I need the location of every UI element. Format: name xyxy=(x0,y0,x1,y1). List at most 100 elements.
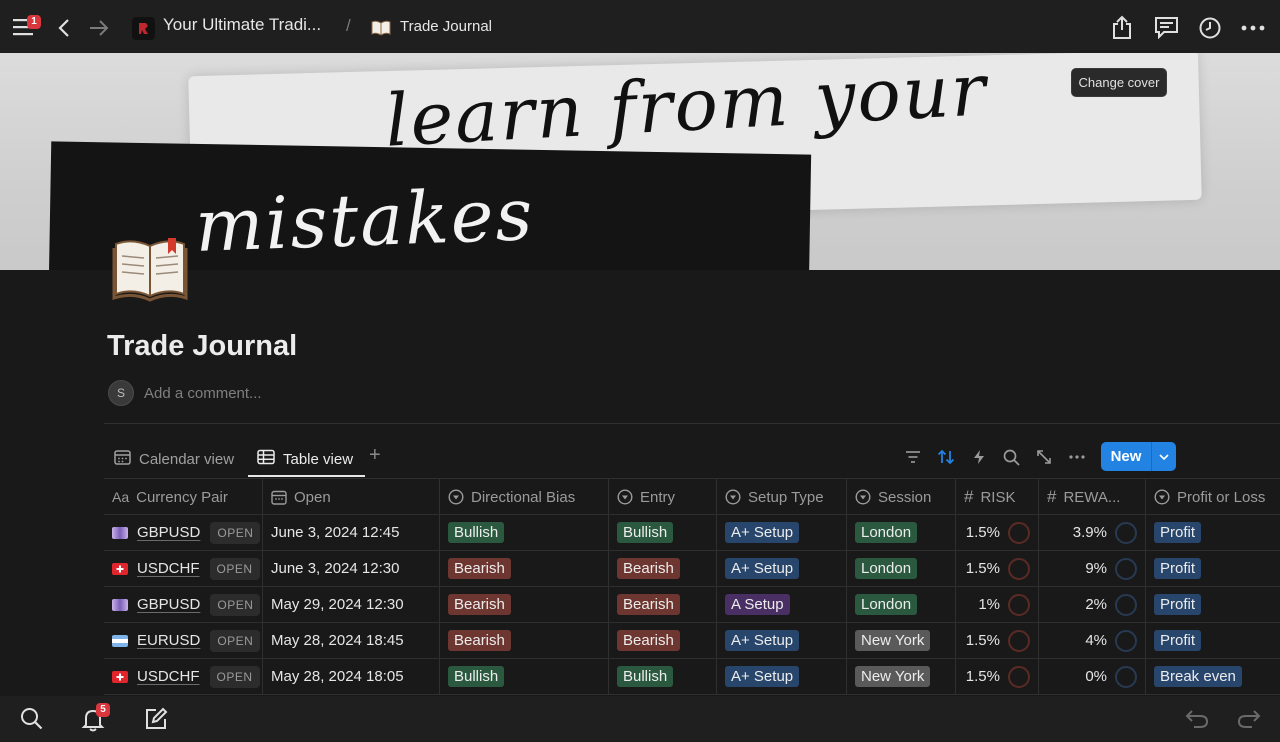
cover-text-line2: mistakes xyxy=(193,172,536,268)
table-row[interactable]: USDCHF OPEN June 3, 2024 12:30 Bearish B… xyxy=(104,551,1280,587)
breadcrumb-workspace[interactable]: Your Ultimate Tradi... xyxy=(163,15,321,35)
cell-open-date[interactable]: June 3, 2024 12:30 xyxy=(263,551,440,586)
cell-setup[interactable]: A+ Setup xyxy=(717,515,847,550)
cell-entry[interactable]: Bullish xyxy=(609,515,717,550)
col-setup-type[interactable]: Setup Type xyxy=(717,479,847,515)
col-profit-or-loss[interactable]: Profit or Loss xyxy=(1146,479,1280,515)
cell-setup[interactable]: A+ Setup xyxy=(717,659,847,694)
history-icon[interactable] xyxy=(1198,16,1222,40)
open-row-button[interactable]: OPEN xyxy=(210,593,261,616)
page-title[interactable]: Trade Journal xyxy=(107,330,297,363)
cell-open-date[interactable]: May 28, 2024 18:45 xyxy=(263,623,440,658)
new-button[interactable]: New xyxy=(1101,442,1176,471)
breadcrumb-page[interactable]: Trade Journal xyxy=(400,18,492,35)
cell-result[interactable]: Profit xyxy=(1146,515,1280,550)
comments-icon[interactable] xyxy=(1153,15,1179,39)
workspace-logo-icon[interactable] xyxy=(132,17,155,40)
more-icon[interactable] xyxy=(1240,24,1266,32)
col-reward[interactable]: # REWA... xyxy=(1039,479,1146,515)
cell-bias[interactable]: Bullish xyxy=(440,659,609,694)
expand-icon[interactable] xyxy=(1035,446,1053,468)
share-icon[interactable] xyxy=(1110,14,1134,40)
risk-value: 1.5% xyxy=(965,560,1000,577)
cell-entry[interactable]: Bullish xyxy=(609,659,717,694)
forward-icon[interactable] xyxy=(88,17,110,39)
change-cover-button[interactable]: Change cover xyxy=(1071,68,1167,97)
bias-tag: Bullish xyxy=(448,522,505,543)
cell-session[interactable]: London xyxy=(847,587,956,622)
cell-setup[interactable]: A Setup xyxy=(717,587,847,622)
flag-gbpusd-icon xyxy=(112,526,128,539)
col-open[interactable]: Open xyxy=(263,479,440,515)
cell-currency-pair[interactable]: USDCHF OPEN xyxy=(104,659,263,694)
open-row-button[interactable]: OPEN xyxy=(210,629,261,652)
open-row-button[interactable]: OPEN xyxy=(210,521,261,544)
table-row[interactable]: GBPUSD OPEN May 29, 2024 12:30 Bearish B… xyxy=(104,587,1280,623)
cell-session[interactable]: New York xyxy=(847,659,956,694)
cell-result[interactable]: Profit xyxy=(1146,623,1280,658)
cell-result[interactable]: Break even xyxy=(1146,659,1280,694)
cell-reward[interactable]: 0% xyxy=(1039,659,1146,694)
col-session[interactable]: Session xyxy=(847,479,956,515)
comment-row[interactable]: S Add a comment... xyxy=(108,380,262,406)
cell-result[interactable]: Profit xyxy=(1146,587,1280,622)
undo-icon[interactable] xyxy=(1184,706,1210,730)
cell-reward[interactable]: 4% xyxy=(1039,623,1146,658)
cell-risk[interactable]: 1% xyxy=(956,587,1039,622)
cell-entry[interactable]: Bearish xyxy=(609,587,717,622)
cell-result[interactable]: Profit xyxy=(1146,551,1280,586)
cell-open-date[interactable]: May 29, 2024 12:30 xyxy=(263,587,440,622)
add-view-icon[interactable]: + xyxy=(369,444,381,467)
back-icon[interactable] xyxy=(54,17,74,39)
more-options-icon[interactable] xyxy=(1068,446,1086,468)
cell-bias[interactable]: Bearish xyxy=(440,587,609,622)
cell-reward[interactable]: 3.9% xyxy=(1039,515,1146,550)
cell-risk[interactable]: 1.5% xyxy=(956,623,1039,658)
cell-session[interactable]: London xyxy=(847,551,956,586)
search-icon[interactable] xyxy=(19,706,43,730)
cell-bias[interactable]: Bearish xyxy=(440,623,609,658)
cell-entry[interactable]: Bearish xyxy=(609,623,717,658)
cell-setup[interactable]: A+ Setup xyxy=(717,551,847,586)
col-entry[interactable]: Entry xyxy=(609,479,717,515)
cell-reward[interactable]: 9% xyxy=(1039,551,1146,586)
open-row-button[interactable]: OPEN xyxy=(209,557,260,580)
cell-open-date[interactable]: May 28, 2024 18:05 xyxy=(263,659,440,694)
cell-risk[interactable]: 1.5% xyxy=(956,515,1039,550)
select-icon xyxy=(725,489,741,505)
col-risk[interactable]: # RISK xyxy=(956,479,1039,515)
cell-entry[interactable]: Bearish xyxy=(609,551,717,586)
comment-input[interactable]: Add a comment... xyxy=(144,385,262,402)
table-row[interactable]: USDCHF OPEN May 28, 2024 18:05 Bullish B… xyxy=(104,659,1280,695)
table-row[interactable]: GBPUSD OPEN June 3, 2024 12:45 Bullish B… xyxy=(104,515,1280,551)
cell-currency-pair[interactable]: EURUSD OPEN xyxy=(104,623,263,658)
automation-icon[interactable] xyxy=(971,446,987,468)
search-icon[interactable] xyxy=(1002,446,1020,468)
redo-icon[interactable] xyxy=(1236,706,1262,730)
tab-calendar-view[interactable]: Calendar view xyxy=(114,446,234,472)
flag-switzerland-icon xyxy=(112,670,128,683)
compose-icon[interactable] xyxy=(143,706,169,732)
cell-currency-pair[interactable]: USDCHF OPEN xyxy=(104,551,263,586)
cell-bias[interactable]: Bearish xyxy=(440,551,609,586)
sort-icon[interactable] xyxy=(936,446,956,468)
cell-risk[interactable]: 1.5% xyxy=(956,659,1039,694)
cell-reward[interactable]: 2% xyxy=(1039,587,1146,622)
cell-currency-pair[interactable]: GBPUSD OPEN xyxy=(104,587,263,622)
col-directional-bias[interactable]: Directional Bias xyxy=(440,479,609,515)
cell-bias[interactable]: Bullish xyxy=(440,515,609,550)
reward-value: 0% xyxy=(1085,668,1107,685)
cell-currency-pair[interactable]: GBPUSD OPEN xyxy=(104,515,263,550)
cell-session[interactable]: New York xyxy=(847,623,956,658)
open-row-button[interactable]: OPEN xyxy=(209,665,260,688)
table-row[interactable]: EURUSD OPEN May 28, 2024 18:45 Bearish B… xyxy=(104,623,1280,659)
tab-table-view[interactable]: Table view xyxy=(257,446,353,472)
filter-icon[interactable] xyxy=(904,446,922,468)
cell-open-date[interactable]: June 3, 2024 12:45 xyxy=(263,515,440,550)
chevron-down-icon[interactable] xyxy=(1152,453,1176,460)
cell-setup[interactable]: A+ Setup xyxy=(717,623,847,658)
cell-session[interactable]: London xyxy=(847,515,956,550)
col-currency-pair[interactable]: Aa Currency Pair xyxy=(104,479,263,515)
page-book-icon[interactable] xyxy=(112,236,188,302)
cell-risk[interactable]: 1.5% xyxy=(956,551,1039,586)
